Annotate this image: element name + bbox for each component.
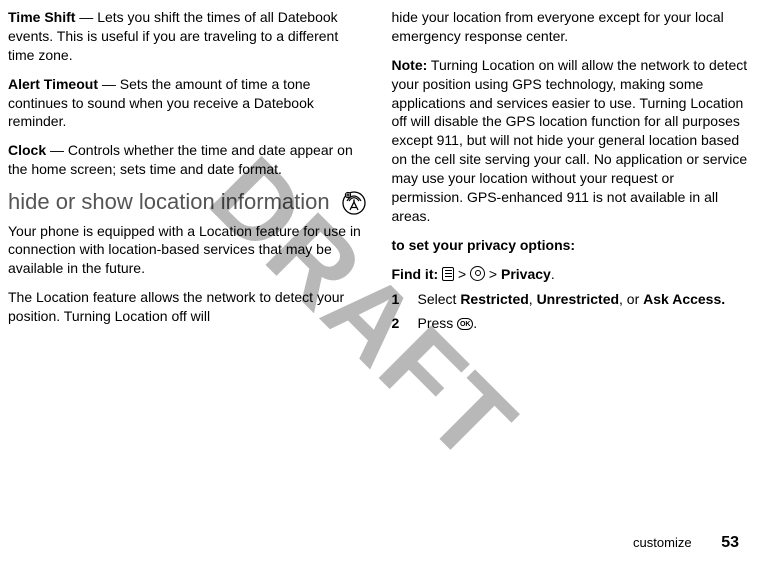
step-2-text: Press OK.: [418, 314, 478, 333]
find-privacy: Privacy: [501, 266, 551, 282]
step-2-number: 2: [392, 314, 406, 333]
s1a: Select: [418, 291, 461, 307]
s1e: , or: [619, 291, 643, 307]
find-it-line: Find it: > > Privacy.: [392, 265, 750, 284]
label-clock: Clock: [8, 142, 46, 158]
paragraph-timeshift: Time Shift — Lets you shift the times of…: [8, 8, 366, 65]
s1b: Restricted: [460, 291, 528, 307]
s2a: Press: [418, 315, 458, 331]
subheading-privacy: to set your privacy options:: [392, 236, 750, 255]
right-column: hide your location from everyone except …: [392, 8, 750, 339]
s1d: Unrestricted: [537, 291, 619, 307]
section-title-text: hide or show location information: [8, 189, 334, 215]
footer-section: customize: [633, 535, 692, 550]
content-columns: Time Shift — Lets you shift the times of…: [8, 8, 749, 339]
ok-key-icon: OK: [457, 318, 473, 330]
s1f: Ask Access.: [643, 291, 725, 307]
paragraph-clock: Clock — Controls whether the time and da…: [8, 141, 366, 179]
section-heading-location: hide or show location information: [8, 189, 366, 215]
paragraph-location-cont: The Location feature allows the network …: [8, 288, 366, 326]
s1c: ,: [529, 291, 537, 307]
step-1-number: 1: [392, 290, 406, 309]
page-footer: customize 53: [633, 532, 739, 554]
label-alerttimeout: Alert Timeout: [8, 76, 98, 92]
find-it-label: Find it:: [392, 266, 443, 282]
note-text: Turning Location on will allow the netwo…: [392, 57, 748, 224]
location-antenna-icon: [342, 191, 366, 215]
label-timeshift: Time Shift: [8, 9, 75, 25]
paragraph-alerttimeout: Alert Timeout — Sets the amount of time …: [8, 75, 366, 132]
find-sep-1: >: [458, 266, 470, 282]
menu-key-icon: [442, 267, 454, 281]
step-1-text: Select Restricted, Unrestricted, or Ask …: [418, 290, 726, 309]
find-period: .: [551, 266, 555, 282]
footer-page-number: 53: [721, 534, 739, 551]
find-sep-2: >: [489, 266, 501, 282]
paragraph-location-intro: Your phone is equipped with a Location f…: [8, 222, 366, 279]
paragraph-note: Note: Turning Location on will allow the…: [392, 56, 750, 226]
paragraph-hide-cont: hide your location from everyone except …: [392, 8, 750, 46]
text-clock: — Controls whether the time and date app…: [8, 142, 353, 177]
step-2: 2 Press OK.: [392, 314, 750, 333]
step-1: 1 Select Restricted, Unrestricted, or As…: [392, 290, 750, 309]
s2b: .: [473, 315, 477, 331]
note-label: Note:: [392, 57, 428, 73]
left-column: Time Shift — Lets you shift the times of…: [8, 8, 366, 339]
nav-key-icon: [470, 266, 485, 281]
